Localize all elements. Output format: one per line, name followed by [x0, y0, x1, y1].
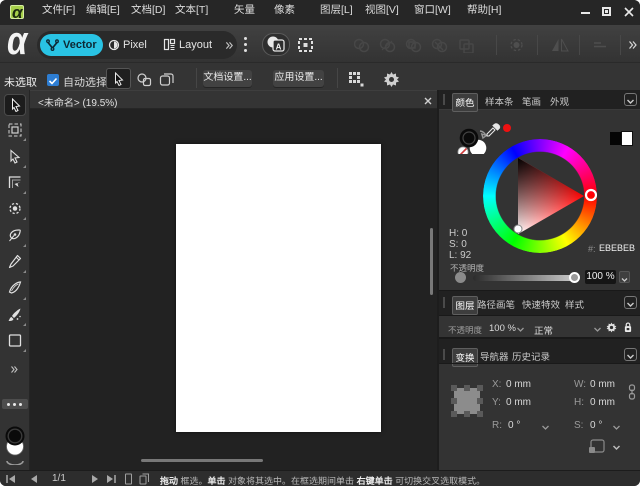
svg-text:A: A: [276, 43, 282, 52]
